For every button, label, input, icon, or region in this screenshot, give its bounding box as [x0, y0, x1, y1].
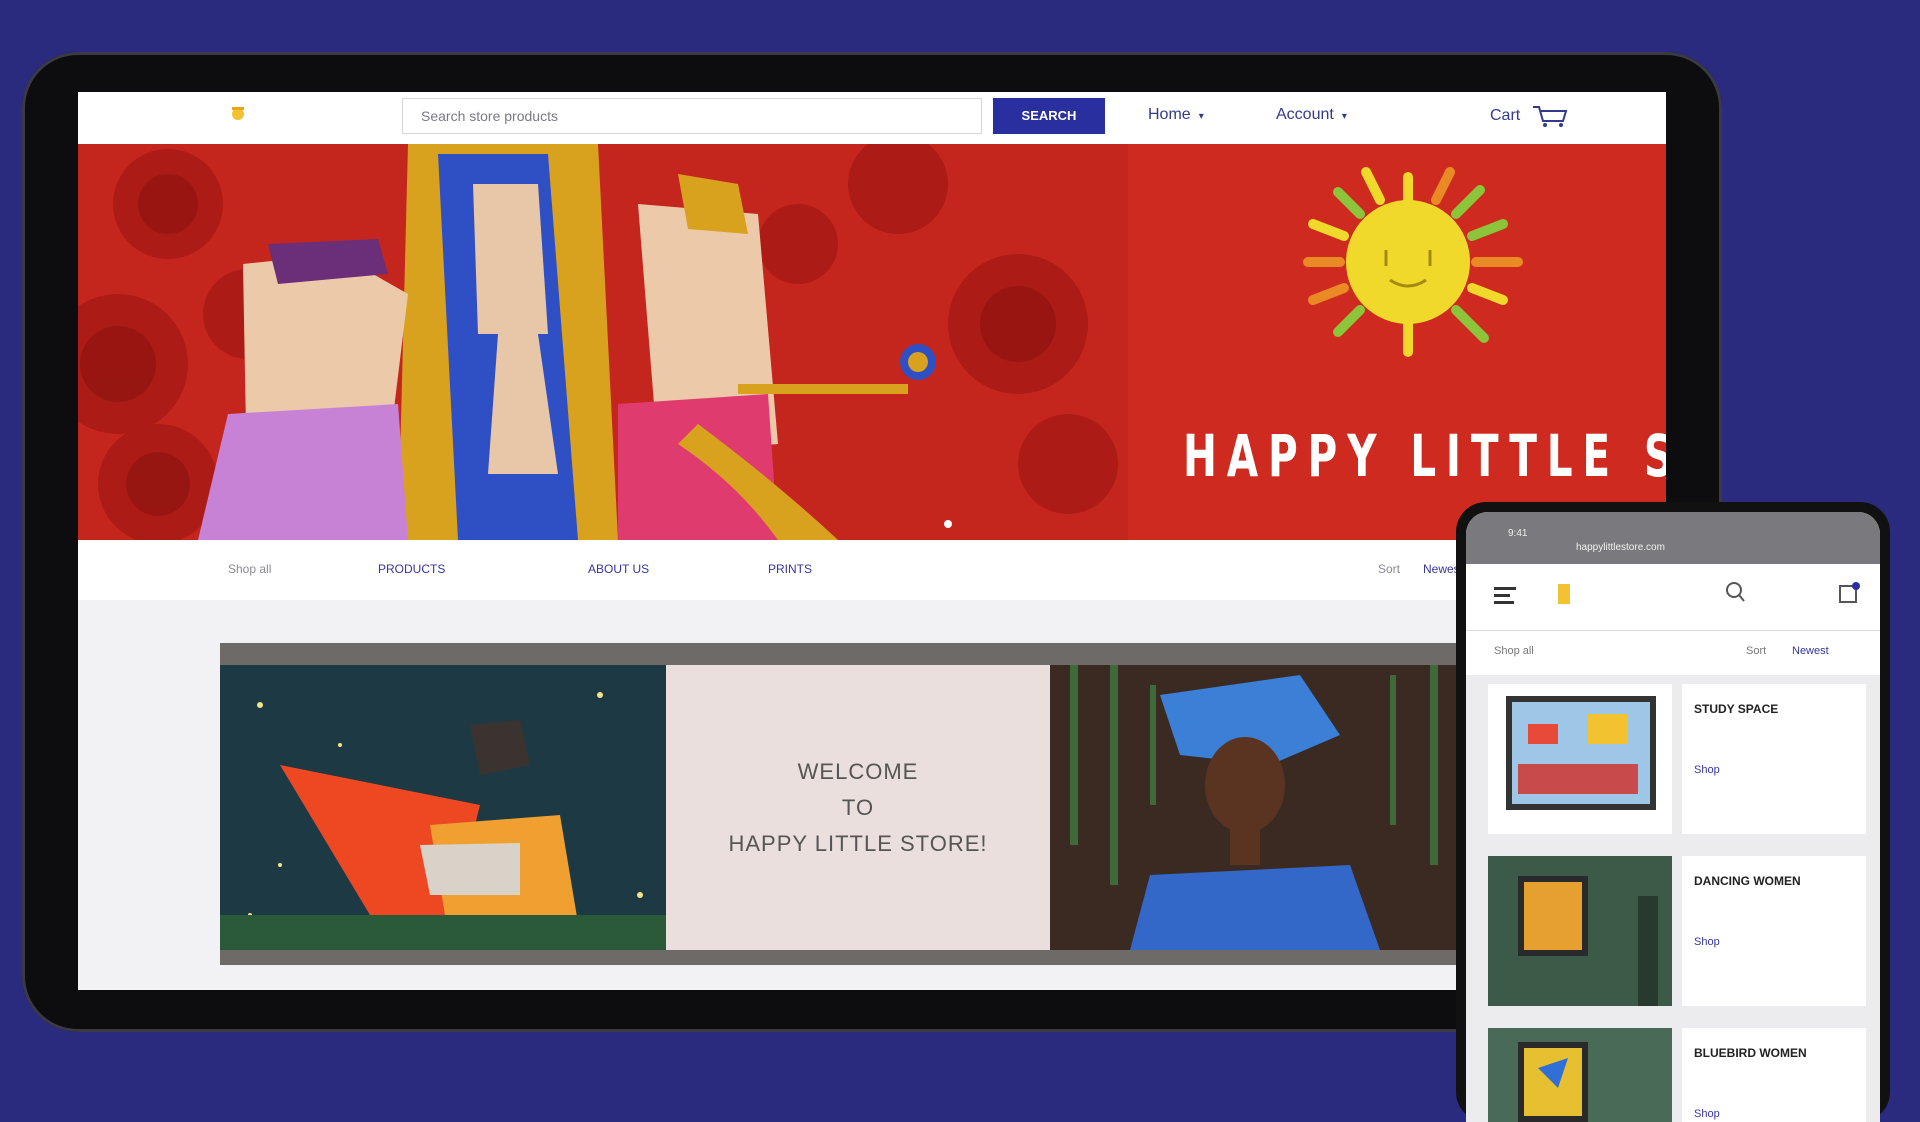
nav-home[interactable]: Home ▾: [1148, 106, 1204, 124]
product-title[interactable]: BLUEBIRD WOMEN: [1694, 1046, 1807, 1060]
store-logo-icon[interactable]: [1558, 584, 1570, 604]
cart-icon[interactable]: [1838, 580, 1860, 606]
site-header: Search store products SEARCH Home ▾ Accou…: [78, 92, 1666, 145]
category-shop-all[interactable]: Shop all: [228, 562, 271, 576]
mobile-sort-select[interactable]: Newest: [1792, 645, 1829, 657]
product-card[interactable]: DANCING WOMEN Shop: [1488, 856, 1866, 1006]
welcome-line-2: TO: [841, 794, 875, 820]
welcome-banner: WELCOME TO HAPPY LITTLE STORE!: [220, 643, 1520, 965]
search-button[interactable]: SEARCH: [993, 98, 1105, 134]
search-icon[interactable]: [1724, 580, 1746, 606]
product-card[interactable]: STUDY SPACE Shop: [1488, 684, 1866, 834]
left-artwork-panel: [220, 665, 666, 950]
right-artwork-panel: [1050, 665, 1520, 950]
product-image[interactable]: [1488, 1028, 1672, 1122]
mobile-header: [1466, 564, 1880, 631]
main-content: WELCOME TO HAPPY LITTLE STORE!: [78, 600, 1666, 990]
mobile-status-time: 9:41: [1508, 528, 1528, 539]
product-info: BLUEBIRD WOMEN Shop: [1682, 1028, 1866, 1122]
product-card[interactable]: BLUEBIRD WOMEN Shop: [1488, 1028, 1866, 1122]
product-shop-link[interactable]: Shop: [1694, 1108, 1720, 1120]
product-shop-link[interactable]: Shop: [1694, 936, 1720, 948]
mobile-filter-bar: Shop all Sort Newest: [1466, 631, 1880, 675]
hero-store-title: HAPPY LITTLE STORE: [1183, 422, 1666, 490]
mobile-url[interactable]: happylittlestore.com: [1576, 542, 1665, 553]
carousel-indicator[interactable]: [944, 520, 952, 528]
product-info: STUDY SPACE Shop: [1682, 684, 1866, 834]
nav-account-label: Account: [1276, 106, 1334, 123]
chevron-down-icon: ▾: [1198, 111, 1204, 122]
chevron-down-icon: ▾: [1341, 111, 1347, 122]
category-about[interactable]: ABOUT US: [588, 562, 649, 576]
store-logo-icon[interactable]: [228, 104, 248, 124]
nav-account[interactable]: Account ▾: [1276, 106, 1347, 124]
mobile-sort-label: Sort: [1746, 645, 1767, 657]
boat-artwork: [220, 665, 666, 950]
mobile-screen: 9:41 happylittlestore.com Shop all Sort …: [1466, 512, 1880, 1122]
menu-icon[interactable]: [1494, 586, 1516, 604]
welcome-message: WELCOME TO HAPPY LITTLE STORE!: [666, 665, 1050, 950]
product-image[interactable]: [1488, 684, 1672, 834]
category-bar: Shop all PRODUCTS ABOUT US PRINTS Sort N…: [78, 540, 1666, 600]
category-prints[interactable]: PRINTS: [768, 562, 812, 576]
welcome-line-1: WELCOME: [797, 758, 919, 784]
phone-device-frame: 9:41 happylittlestore.com Shop all Sort …: [1456, 502, 1890, 1122]
product-shop-link[interactable]: Shop: [1694, 764, 1720, 776]
product-info: DANCING WOMEN Shop: [1682, 856, 1866, 1006]
nav-home-label: Home: [1148, 106, 1191, 123]
hero-banner[interactable]: HAPPY LITTLE STORE: [78, 144, 1666, 540]
mobile-browser-bar: 9:41 happylittlestore.com: [1466, 512, 1880, 564]
product-image[interactable]: [1488, 856, 1672, 1006]
cart-link[interactable]: Cart: [1490, 104, 1569, 128]
welcome-line-3: HAPPY LITTLE STORE!: [728, 830, 988, 856]
search-input[interactable]: Search store products: [402, 98, 982, 134]
mobile-filter-shop-all[interactable]: Shop all: [1494, 645, 1534, 657]
product-title[interactable]: DANCING WOMEN: [1694, 874, 1801, 888]
cart-label: Cart: [1490, 107, 1521, 125]
woman-artwork: [1050, 665, 1520, 950]
cart-icon: [1532, 106, 1568, 127]
sort-label: Sort: [1378, 562, 1401, 576]
desktop-screen: Search store products SEARCH Home ▾ Accou…: [78, 92, 1666, 990]
product-title[interactable]: STUDY SPACE: [1694, 702, 1778, 716]
category-products[interactable]: PRODUCTS: [378, 562, 445, 576]
